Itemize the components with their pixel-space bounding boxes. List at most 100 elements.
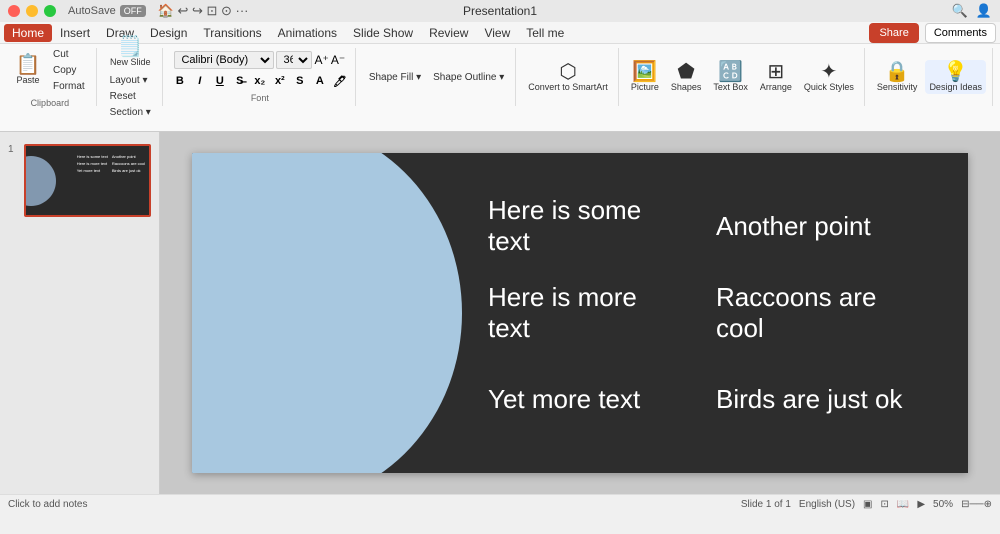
picture-icon: 🖼️ <box>632 62 657 82</box>
view-normal-icon[interactable]: ▣ <box>863 499 872 510</box>
new-slide-icon: 🗒️ <box>118 37 143 57</box>
textbox-button[interactable]: 🔠 Text Box <box>709 60 752 94</box>
autosave-badge[interactable]: OFF <box>120 5 146 17</box>
quick-styles-button[interactable]: ✦ Quick Styles <box>800 60 858 94</box>
menu-transitions[interactable]: Transitions <box>195 24 269 42</box>
clipboard-label: Clipboard <box>31 98 70 108</box>
menu-review[interactable]: Review <box>421 24 476 42</box>
title-bar-right: 🔍 👤 <box>952 3 992 19</box>
view-slide-icon[interactable]: ⊡ <box>881 499 889 510</box>
menu-animations[interactable]: Animations <box>270 24 345 42</box>
view-slideshow-icon[interactable]: ▶ <box>917 499 925 510</box>
italic-button[interactable]: I <box>191 73 209 89</box>
account-icon[interactable]: 👤 <box>976 3 992 19</box>
paste-button[interactable]: 📋 Paste <box>10 53 46 87</box>
reset-button[interactable]: Reset <box>105 89 156 104</box>
ribbon-content: 📋 Paste Cut Copy Format Clipboard 🗒️ New… <box>0 44 1000 110</box>
notes-hint[interactable]: Click to add notes <box>8 499 741 510</box>
shadow-button[interactable]: S <box>291 73 309 89</box>
shapes-button[interactable]: ⬟ Shapes <box>667 60 706 94</box>
underline-button[interactable]: U <box>211 73 229 89</box>
window-title: Presentation1 <box>463 4 537 18</box>
format-row: B I U S̶ x₂ x² S A 🖊 <box>171 73 349 89</box>
slide-number-label: 1 <box>8 144 20 155</box>
arrange-icon: ⊞ <box>768 62 785 82</box>
slide-canvas[interactable]: Here is some text Another point Here is … <box>192 153 968 473</box>
view-reading-icon[interactable]: 📖 <box>897 499 909 510</box>
font-color-button[interactable]: A <box>311 73 329 89</box>
slide-cell-r3c2[interactable]: Birds are just ok <box>700 376 928 423</box>
menu-tellme[interactable]: Tell me <box>518 24 572 42</box>
font-group-label: Font <box>251 93 269 103</box>
bold-button[interactable]: B <box>171 73 189 89</box>
insert-group: 🖼️ Picture ⬟ Shapes 🔠 Text Box ⊞ Arrange… <box>621 48 865 106</box>
title-bar: AutoSave OFF 🏠 ↩ ↪ ⊡ ⊙ ··· Presentation1… <box>0 0 1000 22</box>
shape-outline-button[interactable]: Shape Outline ▾ <box>428 70 509 85</box>
language-label: English (US) <box>799 499 855 510</box>
slide-cell-r2c1[interactable]: Here is more text <box>472 274 700 352</box>
paste-icon: 📋 <box>16 55 41 75</box>
zoom-level: 50% <box>933 499 953 510</box>
superscript-button[interactable]: x² <box>271 73 289 89</box>
shape-group: Shape Fill ▾ Shape Outline ▾ <box>358 48 516 106</box>
search-icon[interactable]: 🔍 <box>952 3 968 19</box>
slides-group: 🗒️ New Slide Layout ▾ Reset Section ▾ <box>99 48 163 106</box>
strikethrough-button[interactable]: S̶ <box>231 73 249 89</box>
font-size-select[interactable]: 36 <box>276 51 312 69</box>
increase-font-icon[interactable]: A⁺ <box>314 53 328 67</box>
zoom-slider[interactable]: ⊟──⊕ <box>961 499 992 510</box>
clipboard-group: 📋 Paste Cut Copy Format Clipboard <box>4 48 97 106</box>
menu-insert[interactable]: Insert <box>52 24 98 42</box>
shape-fill-button[interactable]: Shape Fill ▾ <box>364 70 426 85</box>
slide-thumbnail[interactable]: Here is some text Another point Here is … <box>24 144 151 217</box>
picture-button[interactable]: 🖼️ Picture <box>627 60 663 94</box>
subscript-button[interactable]: x₂ <box>251 73 269 89</box>
status-right: Slide 1 of 1 English (US) ▣ ⊡ 📖 ▶ 50% ⊟─… <box>741 499 992 510</box>
slide-count: Slide 1 of 1 <box>741 499 791 510</box>
font-group: Calibri (Body) 36 A⁺ A⁻ B I U S̶ x₂ x² S… <box>165 48 356 106</box>
minimize-button[interactable] <box>26 5 38 17</box>
share-button[interactable]: Share <box>869 23 918 43</box>
slide-cell-r2c2[interactable]: Raccoons are cool <box>700 274 928 352</box>
menu-view[interactable]: View <box>476 24 518 42</box>
arrange-button[interactable]: ⊞ Arrange <box>756 60 796 94</box>
smartart-icon: ⬡ <box>559 62 576 82</box>
new-slide-button[interactable]: 🗒️ New Slide <box>106 35 155 69</box>
autosave-area: AutoSave OFF 🏠 ↩ ↪ ⊡ ⊙ ··· <box>68 3 249 19</box>
design-ideas-button[interactable]: 💡 Design Ideas <box>925 60 986 94</box>
menu-slideshow[interactable]: Slide Show <box>345 24 421 42</box>
highlight-button[interactable]: 🖊 <box>331 73 349 89</box>
textbox-icon: 🔠 <box>718 62 743 82</box>
close-button[interactable] <box>8 5 20 17</box>
section-button[interactable]: Section ▾ <box>105 105 156 120</box>
menu-home[interactable]: Home <box>4 24 52 42</box>
layout-button[interactable]: Layout ▾ <box>105 73 156 88</box>
comments-button[interactable]: Comments <box>925 23 996 43</box>
autosave-label: AutoSave <box>68 5 116 17</box>
sensitivity-group: 🔒 Sensitivity 💡 Design Ideas <box>867 48 993 106</box>
sensitivity-icon: 🔒 <box>885 62 910 82</box>
thumb-circle <box>24 156 56 206</box>
quick-styles-icon: ✦ <box>821 62 838 82</box>
font-family-select[interactable]: Calibri (Body) <box>174 51 274 69</box>
slide-panel: 1 Here is some text Another point Here i… <box>0 132 160 494</box>
shapes-icon: ⬟ <box>677 62 694 82</box>
slide-cell-r1c2[interactable]: Another point <box>700 203 928 250</box>
canvas-area[interactable]: Here is some text Another point Here is … <box>160 132 1000 494</box>
slide-cell-r3c1[interactable]: Yet more text <box>472 376 700 423</box>
slide-cell-r1c1[interactable]: Here is some text <box>472 187 700 265</box>
convert-group: ⬡ Convert to SmartArt <box>518 48 619 106</box>
format-button[interactable]: Format <box>48 79 90 94</box>
convert-smartart-button[interactable]: ⬡ Convert to SmartArt <box>524 60 612 94</box>
cut-button[interactable]: Cut <box>48 47 90 62</box>
sensitivity-button[interactable]: 🔒 Sensitivity <box>873 60 922 94</box>
decrease-font-icon[interactable]: A⁻ <box>331 53 345 67</box>
thumb-text: Here is some text Another point Here is … <box>77 154 145 173</box>
status-bar: Click to add notes Slide 1 of 1 English … <box>0 494 1000 514</box>
ribbon: 📋 Paste Cut Copy Format Clipboard 🗒️ New… <box>0 44 1000 132</box>
slide-content: Here is some text Another point Here is … <box>192 153 968 473</box>
main-area: 1 Here is some text Another point Here i… <box>0 132 1000 494</box>
copy-button[interactable]: Copy <box>48 63 90 78</box>
design-ideas-icon: 💡 <box>943 62 968 82</box>
maximize-button[interactable] <box>44 5 56 17</box>
